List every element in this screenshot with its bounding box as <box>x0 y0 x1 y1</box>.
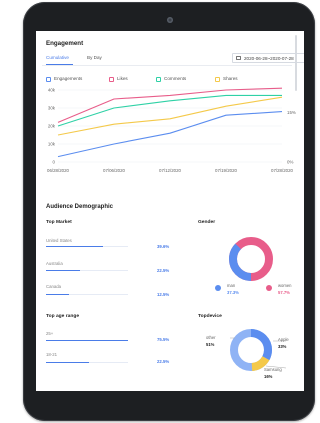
series-line-likes <box>57 87 283 123</box>
legend-checkbox <box>215 76 220 82</box>
legend-label: Shares <box>223 76 238 81</box>
man-label: man <box>227 283 236 288</box>
x-tick-label: 07/28/2020 <box>271 168 294 173</box>
woman-icon <box>266 285 272 291</box>
x-tick-label: 07/12/2020 <box>159 168 182 173</box>
legend-checkbox <box>156 76 161 82</box>
tab-cumulative[interactable]: Cumulative <box>46 55 69 60</box>
age-bar-1 <box>46 362 128 364</box>
tablet-frame: Engagement Cumulative By Day 2020-06-28~… <box>23 2 315 421</box>
y-tick-label: 20k <box>48 124 56 129</box>
market-bar-1 <box>46 270 128 272</box>
legend-label: Comments <box>164 76 187 81</box>
device-label-other: other <box>206 335 216 340</box>
age-pct-0: 75.5% <box>157 337 170 342</box>
market-label-0: United States <box>46 238 72 243</box>
age-label-0: 25+ <box>46 331 54 336</box>
calendar-icon <box>236 56 241 60</box>
man-icon <box>215 285 221 291</box>
audience-title: Audience Demographic <box>46 204 114 210</box>
y2-tick-label: 0% <box>287 160 293 165</box>
market-bar-fill <box>46 270 81 272</box>
topdevice-title: Topdevice <box>198 314 222 319</box>
date-range-text: 2020-06-28~2020-07-28 <box>244 56 294 61</box>
legend-checkbox <box>46 76 51 82</box>
y2-tick-label: 15% <box>287 110 296 115</box>
women-label: women <box>278 283 292 288</box>
device-pct-other: 51% <box>206 342 215 347</box>
y-tick-label: 0 <box>53 160 56 165</box>
camera-icon <box>167 17 173 23</box>
engagement-line-chart: 0 10k 20k 30k 40k 15% 0% 06/28/2020 07/06/2020 07… <box>47 87 296 174</box>
x-tick-label: 07/06/2020 <box>103 168 126 173</box>
market-label-2: Canada <box>46 284 62 289</box>
man-pct: 37.3% <box>227 290 239 295</box>
scrollbar[interactable] <box>295 35 297 91</box>
device-label-apple: Apple <box>278 337 289 342</box>
gender-donut <box>229 237 273 281</box>
legend-label: Engagements <box>54 76 83 81</box>
legend-label: Likes <box>117 76 128 81</box>
age-label-1: 18-21 <box>46 352 57 357</box>
x-tick-label: 06/28/2020 <box>47 168 70 173</box>
device-pct-samsung: 16% <box>264 374 273 379</box>
gender-title: Gender <box>198 220 216 225</box>
market-bar-0 <box>46 246 128 248</box>
x-tick-label: 07/19/2020 <box>215 168 238 173</box>
top-age-title: Top age range <box>46 314 80 319</box>
y-tick-label: 30k <box>48 106 56 111</box>
series-line-comments <box>57 94 282 127</box>
market-pct-0: 39.6% <box>157 244 170 249</box>
market-pct-1: 22.5% <box>157 268 170 273</box>
tabs-divider <box>42 65 292 66</box>
age-bar-0 <box>46 340 128 342</box>
top-market-title: Top Market <box>46 220 72 225</box>
market-bar-fill <box>46 246 104 248</box>
device-pct-apple: 33% <box>278 344 287 349</box>
y-tick-label: 10k <box>48 142 56 147</box>
legend-checkbox <box>109 76 114 82</box>
age-bar-fill <box>46 362 89 364</box>
market-pct-2: 12.5% <box>157 292 170 297</box>
y-tick-label: 40k <box>48 88 56 93</box>
women-pct: 57.7% <box>278 290 290 295</box>
age-bar-fill <box>46 340 128 342</box>
market-label-1: Australia <box>46 261 63 266</box>
market-bar-fill <box>46 294 69 296</box>
tab-by-day[interactable]: By Day <box>87 55 102 60</box>
dashboard-screen: Engagement Cumulative By Day 2020-06-28~… <box>36 31 304 391</box>
age-pct-1: 22.5% <box>157 359 170 364</box>
market-bar-2 <box>46 294 128 296</box>
engagement-title: Engagement <box>46 40 84 47</box>
device-label-samsung: Samsung <box>264 367 282 372</box>
date-range-picker[interactable]: 2020-06-28~2020-07-28 <box>232 53 304 63</box>
series-line-shares <box>57 96 283 136</box>
